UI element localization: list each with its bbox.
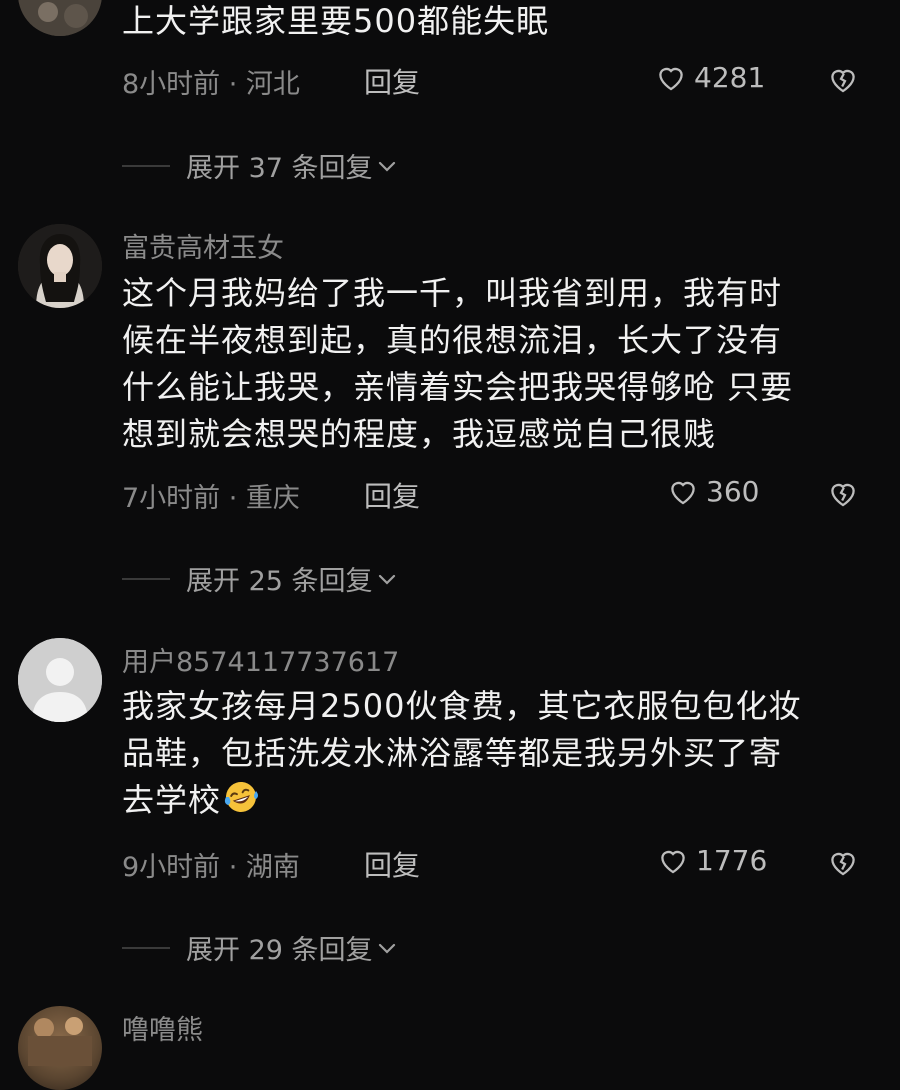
- like-button[interactable]: 360: [666, 474, 759, 508]
- laughing-tears-emoji-icon: [224, 782, 259, 812]
- comment-text-line: 这个月我妈给了我一千，叫我省到用，我有时: [122, 274, 783, 312]
- expand-replies-label: 展开 29 条回复: [186, 935, 373, 966]
- chevron-down-icon: [378, 943, 395, 954]
- reply-button[interactable]: 回复: [364, 61, 420, 101]
- like-count: 1776: [696, 843, 768, 877]
- comment-meta: 9小时前 · 湖南: [122, 852, 300, 883]
- expand-replies-button[interactable]: 展开 25 条回复: [122, 559, 399, 598]
- comment-list: 上大学跟家里要500都能失眠 8小时前 · 河北 回复 4281 展开 37 条…: [0, 0, 900, 1090]
- reply-button[interactable]: 回复: [364, 844, 420, 884]
- reply-button[interactable]: 回复: [364, 475, 420, 515]
- username[interactable]: 噜噜熊: [122, 1008, 203, 1047]
- like-count: 4281: [694, 60, 766, 94]
- comment-body: 这个月我妈给了我一千，叫我省到用，我有时 候在半夜想到起，真的很想流泪，长大了没…: [122, 270, 862, 458]
- heart-outline-icon: [659, 67, 683, 91]
- broken-heart-icon[interactable]: [826, 845, 860, 879]
- divider: [122, 946, 170, 949]
- comment-meta: 8小时前 · 河北: [122, 69, 300, 100]
- comment-text-fragment: 去学校: [122, 781, 222, 819]
- broken-heart-icon[interactable]: [826, 476, 860, 510]
- avatar-image: [18, 224, 102, 308]
- comment-text-line: 什么能让我哭，亲情着实会把我哭得够呛 只要: [122, 368, 794, 406]
- like-button[interactable]: 1776: [656, 843, 767, 877]
- divider: [122, 164, 170, 167]
- avatar[interactable]: [18, 0, 102, 36]
- expand-replies-button[interactable]: 展开 37 条回复: [122, 146, 399, 185]
- divider: [122, 577, 170, 580]
- like-count: 360: [706, 474, 760, 508]
- avatar[interactable]: [18, 638, 102, 722]
- comment-text-line: 我家女孩每月2500伙食费，其它衣服包包化妆: [122, 687, 802, 725]
- heart-outline-icon: [671, 481, 695, 505]
- comment-text-line: 想到就会想哭的程度，我逗感觉自己很贱: [122, 415, 717, 453]
- comment-text-line: 候在半夜想到起，真的很想流泪，长大了没有: [122, 321, 783, 359]
- default-avatar-icon: [18, 638, 102, 722]
- heart-outline-icon: [661, 850, 685, 874]
- expand-replies-label: 展开 25 条回复: [186, 566, 373, 597]
- chevron-down-icon: [378, 161, 395, 172]
- chevron-down-icon: [378, 574, 395, 585]
- username[interactable]: 富贵高材玉女: [122, 226, 284, 265]
- avatar[interactable]: [18, 224, 102, 308]
- avatar[interactable]: [18, 1006, 102, 1090]
- comment-text-line: 去学校: [122, 777, 862, 824]
- comment-body: 我家女孩每月2500伙食费，其它衣服包包化妆 品鞋，包括洗发水淋浴露等都是我另外…: [122, 683, 862, 824]
- like-button[interactable]: 4281: [654, 60, 765, 94]
- expand-replies-label: 展开 37 条回复: [186, 153, 373, 184]
- broken-heart-icon[interactable]: [826, 62, 860, 96]
- comment-text-line: 上大学跟家里要500都能失眠: [122, 2, 550, 40]
- username[interactable]: 用户8574117737617: [122, 640, 399, 679]
- comment-body: 上大学跟家里要500都能失眠: [122, 0, 862, 45]
- avatar-image: [28, 1017, 92, 1066]
- expand-replies-button[interactable]: 展开 29 条回复: [122, 928, 399, 967]
- comment-meta: 7小时前 · 重庆: [122, 483, 300, 514]
- avatar-image: [18, 0, 102, 36]
- comment-text-line: 品鞋，包括洗发水淋浴露等都是我另外买了寄: [122, 734, 783, 772]
